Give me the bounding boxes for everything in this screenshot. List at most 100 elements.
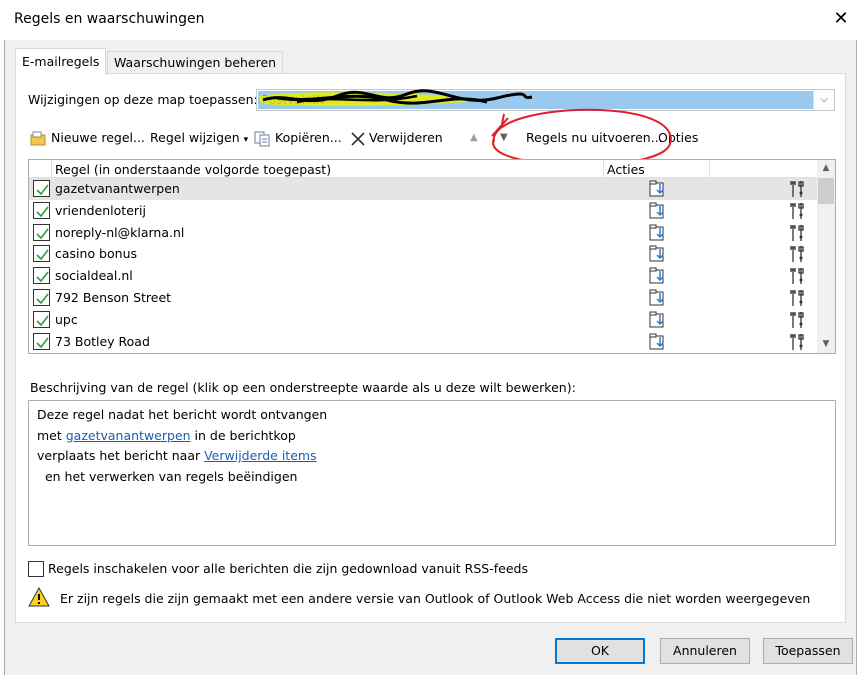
tab-panel: Wijzigingen op deze map toepassen: Postv… [15, 73, 846, 623]
rule-enabled-checkbox[interactable] [33, 223, 50, 241]
rule-name: gazetvanantwerpen [55, 181, 180, 196]
description-line: verplaats het bericht naar Verwijderde i… [37, 446, 827, 467]
rule-options-icon[interactable] [789, 201, 807, 224]
rule-name: 73 Botley Road [55, 333, 150, 349]
checkmark-icon [36, 249, 49, 261]
run-rules-label: Regels nu uitvoeren... [526, 130, 663, 145]
delete-x-icon [351, 131, 365, 146]
checkmark-icon [36, 206, 49, 218]
folder-label: Wijzigingen op deze map toepassen: [28, 92, 258, 107]
new-rule-button[interactable]: Nieuwe regel... [30, 126, 145, 150]
description-text: in de berichtkop [190, 427, 296, 443]
rule-row[interactable]: 792 Benson Street [29, 287, 817, 309]
chevron-down-icon[interactable]: ⌵ [813, 90, 834, 110]
warning-text: Er zijn regels die zijn gemaakt met een … [60, 591, 811, 606]
rule-row[interactable]: socialdeal.nl [29, 265, 817, 287]
checkmark-icon [36, 315, 49, 326]
rule-enabled-checkbox[interactable] [33, 180, 50, 197]
copy-icon [254, 131, 270, 146]
rule-row[interactable]: vriendenloterij [29, 200, 817, 222]
move-to-folder-icon [649, 311, 669, 332]
apply-button[interactable]: Toepassen [763, 638, 853, 664]
rule-enabled-checkbox[interactable] [33, 332, 50, 350]
move-to-folder-icon [649, 267, 669, 288]
rule-name: casino bonus [55, 246, 138, 262]
rule-enabled-checkbox[interactable] [33, 267, 50, 285]
description-line: en het verwerken van regels beëindigen [37, 468, 298, 484]
rule-enabled-checkbox[interactable] [33, 245, 50, 263]
rule-options-icon[interactable] [789, 266, 807, 289]
rule-row[interactable]: casino bonus [29, 243, 817, 265]
window-title: Regels en waarschuwingen [14, 11, 205, 27]
rule-name: noreply-nl@klarna.nl [55, 224, 185, 240]
move-to-folder-icon [649, 245, 669, 266]
checkmark-icon [36, 293, 49, 305]
chevron-down-icon: ▾ [243, 135, 249, 145]
rss-checkbox-label[interactable]: Regels inschakelen voor alle berichten d… [48, 561, 528, 576]
rule-enabled-checkbox[interactable] [33, 310, 50, 328]
delete-rule-label: Verwijderen [369, 130, 443, 145]
rule-options-icon[interactable] [789, 244, 807, 267]
rule-options-icon[interactable] [789, 179, 807, 202]
run-rules-button[interactable]: Regels nu uitvoeren... [526, 126, 663, 150]
rule-name: socialdeal.nl [55, 268, 133, 284]
description-text: met [37, 427, 66, 443]
move-to-folder-icon [649, 333, 669, 353]
close-icon[interactable]: ✕ [826, 6, 856, 32]
options-button[interactable]: Opties [658, 126, 698, 150]
rules-dialog: E-mailregels Waarschuwingen beheren Wijz… [4, 40, 857, 675]
tab-manage-alerts[interactable]: Waarschuwingen beheren [107, 51, 284, 74]
new-rule-icon [30, 131, 46, 145]
edit-rule-button[interactable]: Regel wijzigen ▾ [150, 126, 248, 150]
move-up-icon[interactable]: ▲ [470, 126, 478, 150]
rule-row[interactable]: upc [29, 309, 817, 331]
move-to-folder-icon [649, 224, 669, 245]
description-link-folder[interactable]: Verwijderde items [204, 448, 316, 463]
column-header-actions[interactable]: Acties [607, 162, 645, 177]
folder-value: Postvak IN [258, 91, 813, 109]
rule-description-box: Deze regel nadat het bericht wordt ontva… [28, 400, 836, 546]
rule-row[interactable]: 73 Botley Road [29, 331, 817, 353]
checkmark-icon [36, 228, 49, 239]
options-label: Opties [658, 130, 699, 145]
scroll-down-icon[interactable]: ▼ [817, 336, 835, 353]
rules-scrollbar[interactable]: ▲ ▼ [817, 160, 835, 353]
scroll-thumb[interactable] [818, 178, 834, 204]
rule-options-icon[interactable] [789, 310, 807, 333]
rule-enabled-checkbox[interactable] [33, 288, 50, 306]
column-header-rule[interactable]: Regel (in onderstaande volgorde toegepas… [55, 162, 331, 177]
edit-rule-label: Regel wijzigen [150, 130, 240, 145]
rules-toolbar: Nieuwe regel... Regel wijzigen ▾ Kopiëre… [28, 126, 728, 150]
rule-name: upc [55, 311, 78, 327]
rules-list: Regel (in onderstaande volgorde toegepas… [28, 159, 836, 354]
tab-email-rules[interactable]: E-mailregels [15, 48, 107, 75]
move-down-icon[interactable]: ▼ [500, 126, 508, 150]
rss-checkbox[interactable] [28, 561, 44, 577]
rule-row[interactable]: noreply-nl@klarna.nl [29, 222, 817, 244]
rules-list-header: Regel (in onderstaande volgorde toegepas… [29, 160, 817, 178]
scroll-up-icon[interactable]: ▲ [817, 160, 835, 177]
rule-options-icon[interactable] [789, 332, 807, 353]
warning-icon [28, 587, 50, 607]
description-line: Deze regel nadat het bericht wordt ontva… [37, 407, 328, 422]
rule-options-icon[interactable] [789, 223, 807, 246]
rule-row[interactable]: gazetvanantwerpen [29, 178, 817, 200]
move-to-folder-icon [649, 289, 669, 310]
rule-name: 792 Benson Street [55, 289, 172, 305]
rule-options-icon[interactable] [789, 288, 807, 311]
rule-name: vriendenloterij [55, 202, 146, 218]
folder-select[interactable]: Postvak IN ⌵ [256, 89, 835, 111]
new-rule-label: Nieuwe regel... [51, 130, 145, 145]
description-link-sender[interactable]: gazetvanantwerpen [66, 428, 191, 443]
checkmark-icon [36, 271, 49, 283]
delete-rule-button[interactable]: Verwijderen [350, 126, 443, 150]
cancel-button[interactable]: Annuleren [660, 638, 750, 664]
ok-button[interactable]: OK [555, 638, 645, 664]
checkmark-icon [36, 184, 49, 196]
description-text: verplaats het bericht naar [37, 448, 205, 463]
move-to-folder-icon [649, 202, 669, 223]
description-label: Beschrijving van de regel (klik op een o… [30, 380, 576, 395]
rule-enabled-checkbox[interactable] [33, 201, 50, 219]
copy-rule-button[interactable]: Kopiëren... [254, 126, 342, 150]
rules-rows: gazetvanantwerpen vriendenloterij noreply-… [29, 178, 817, 352]
